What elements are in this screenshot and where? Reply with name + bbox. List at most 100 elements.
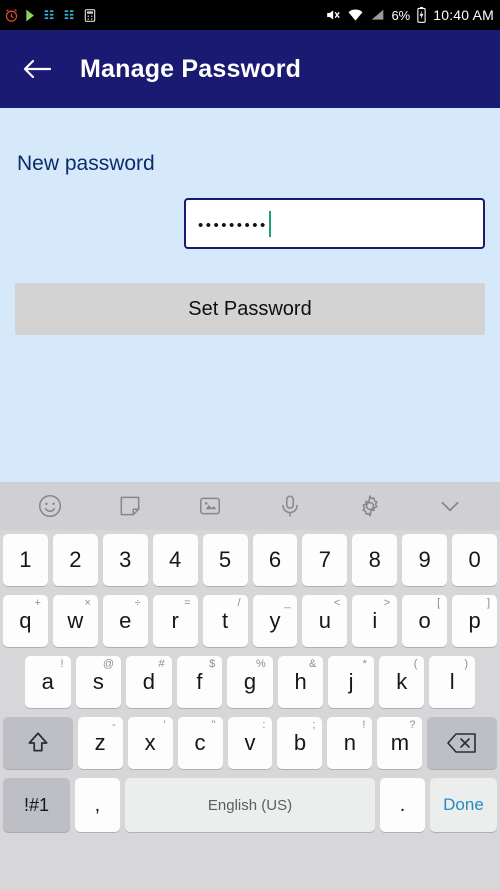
key-5[interactable]: 5 xyxy=(202,534,248,586)
key-6[interactable]: 6 xyxy=(252,534,298,586)
key-i[interactable]: > i xyxy=(352,595,398,647)
wifi-icon xyxy=(347,8,364,22)
key-label: 6 xyxy=(268,547,282,572)
key-a[interactable]: ! a xyxy=(24,656,71,708)
key-c[interactable]: " c xyxy=(177,717,223,769)
key-3[interactable]: 3 xyxy=(102,534,148,586)
key-sup-label: & xyxy=(309,658,317,670)
keyboard-row-bottom: !#1 , English (US) . Done xyxy=(3,778,498,832)
done-key[interactable]: Done xyxy=(429,778,498,832)
emoji-icon[interactable] xyxy=(37,493,63,519)
key-sup-label: / xyxy=(237,597,241,609)
sticker-icon[interactable] xyxy=(117,493,143,519)
key-x[interactable]: ' x xyxy=(127,717,173,769)
keyboard-toolbar xyxy=(0,482,500,530)
key-label: 7 xyxy=(318,547,331,572)
key-sup-label: × xyxy=(84,597,91,609)
shift-icon[interactable] xyxy=(3,717,73,769)
keyboard-rows: 1 2 3 4 5 6 7 8 9 0 + q × w ÷ e = r / t _ y < u… xyxy=(0,530,500,890)
mute-icon xyxy=(324,7,341,23)
key-4[interactable]: 4 xyxy=(152,534,198,586)
key-label: b xyxy=(293,730,307,755)
key-f[interactable]: $ f xyxy=(176,656,223,708)
key-label: 2 xyxy=(69,547,82,572)
key-w[interactable]: × w xyxy=(52,595,98,647)
microphone-icon[interactable] xyxy=(277,493,303,519)
key-sup-label: @ xyxy=(102,658,115,670)
key-1[interactable]: 1 xyxy=(2,534,48,586)
key-label: r xyxy=(171,608,179,633)
key-9[interactable]: 9 xyxy=(402,534,448,586)
play-store-icon xyxy=(24,8,38,23)
key-sup-label: ! xyxy=(362,719,366,731)
status-bar: 6% 10:40 AM xyxy=(0,0,500,30)
spacebar[interactable]: English (US) xyxy=(124,778,376,832)
key-label: x xyxy=(144,730,156,755)
key-comma[interactable]: , xyxy=(75,778,120,832)
key-z[interactable]: -z xyxy=(77,717,123,769)
settings-gear-icon[interactable] xyxy=(357,493,383,519)
key-label: p xyxy=(468,608,481,633)
key-label: a xyxy=(41,669,54,694)
page-title: Manage Password xyxy=(80,54,302,83)
backspace-icon[interactable] xyxy=(427,717,498,769)
key-p[interactable]: ] p xyxy=(452,595,498,647)
key-8[interactable]: 8 xyxy=(352,534,398,586)
screen-root: 6% 10:40 AM Manage Password New password… xyxy=(0,0,500,890)
key-label: e xyxy=(119,608,132,633)
key-label: , xyxy=(94,793,101,816)
key-b[interactable]: ; b xyxy=(277,717,323,769)
symbols-key[interactable]: !#1 xyxy=(3,778,71,832)
key-v[interactable]: :v xyxy=(227,717,273,769)
battery-percent-label: 6% xyxy=(391,7,411,23)
key-sup-label: # xyxy=(158,658,165,670)
key-sup-label: ? xyxy=(409,719,416,731)
keyboard-row-asdf: ! a @ s # d $ f % g & h * j (k ) l xyxy=(3,656,497,708)
key-0[interactable]: 0 xyxy=(452,534,498,586)
chevron-down-icon[interactable] xyxy=(437,493,463,519)
key-7[interactable]: 7 xyxy=(302,534,348,586)
key-sup-label: [ xyxy=(437,597,441,609)
key-label: o xyxy=(418,608,431,633)
equalizer-icon-2 xyxy=(63,8,78,22)
key-e[interactable]: ÷ e xyxy=(102,595,148,647)
back-arrow-icon[interactable] xyxy=(22,54,52,84)
key-j[interactable]: * j xyxy=(328,656,374,708)
key-label: z xyxy=(94,730,106,755)
spacebar-language-label: English (US) xyxy=(207,796,293,814)
key-q[interactable]: + q xyxy=(2,595,48,647)
battery-charging-icon xyxy=(416,7,427,23)
key-m[interactable]: ? m xyxy=(377,717,423,769)
key-sup-label: ! xyxy=(60,658,64,670)
app-bar: Manage Password xyxy=(0,30,500,108)
status-bar-right: 6% 10:40 AM xyxy=(324,7,494,23)
key-label: 9 xyxy=(418,547,431,572)
key-o[interactable]: [o xyxy=(402,595,448,647)
key-label: v xyxy=(244,730,256,755)
key-y[interactable]: _ y xyxy=(252,595,298,647)
key-n[interactable]: ! n xyxy=(327,717,373,769)
key-u[interactable]: < u xyxy=(302,595,348,647)
key-s[interactable]: @ s xyxy=(75,656,122,708)
key-sup-label: + xyxy=(34,597,41,609)
key-label: w xyxy=(67,608,84,633)
key-period[interactable]: . xyxy=(380,778,425,832)
key-k[interactable]: (k xyxy=(378,656,425,708)
key-label: q xyxy=(19,608,32,633)
key-2[interactable]: 2 xyxy=(52,534,98,586)
key-label: i xyxy=(372,608,378,633)
content-area: New password ••••••••• Set Password xyxy=(0,108,500,482)
gif-icon[interactable] xyxy=(197,493,223,519)
key-g[interactable]: % g xyxy=(227,656,273,708)
key-label: k xyxy=(396,669,408,694)
key-l[interactable]: ) l xyxy=(429,656,476,708)
key-sup-label: * xyxy=(362,658,367,670)
key-sup-label: ; xyxy=(312,719,316,731)
key-h[interactable]: & h xyxy=(277,656,324,708)
key-r[interactable]: = r xyxy=(152,595,198,647)
key-t[interactable]: / t xyxy=(202,595,248,647)
set-password-button[interactable]: Set Password xyxy=(15,283,485,335)
key-d[interactable]: # d xyxy=(126,656,172,708)
calculator-icon xyxy=(83,8,97,23)
password-input[interactable]: ••••••••• xyxy=(184,198,485,249)
